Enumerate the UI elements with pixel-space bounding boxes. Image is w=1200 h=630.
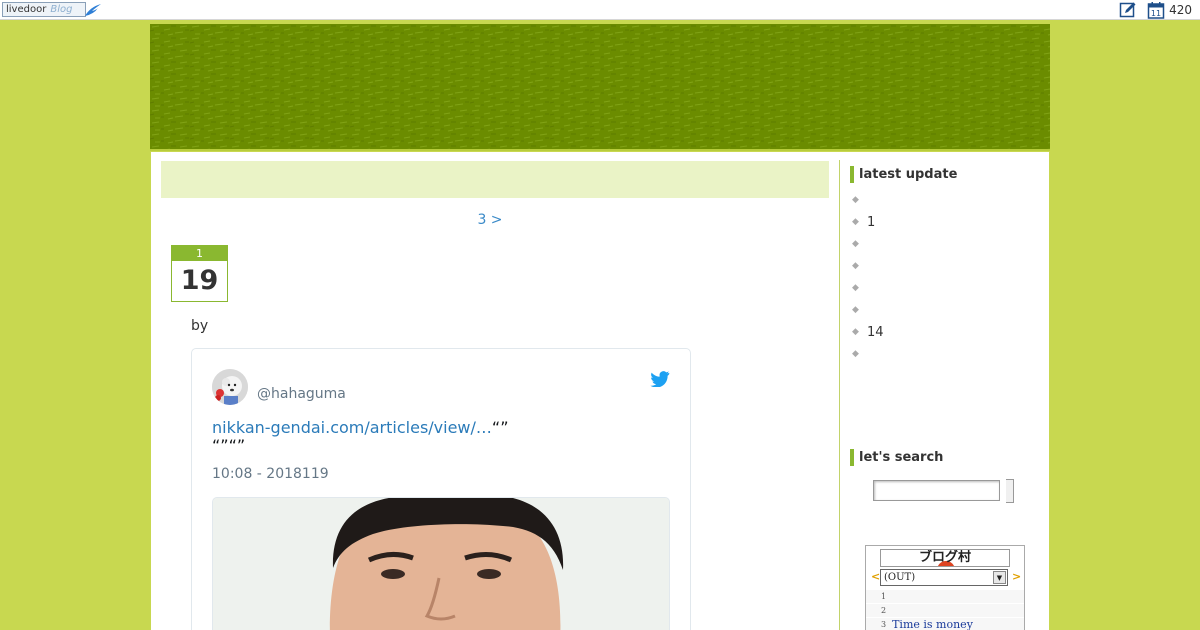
tweet-handle[interactable]: @hahaguma [257, 386, 346, 402]
top-toolbar: livedoor Blog 11 420 [0, 0, 1200, 20]
entry-byline: by [191, 318, 209, 334]
search-title: let's search [850, 449, 943, 466]
latest-item[interactable]: ◆ 1 [852, 211, 884, 233]
latest-item[interactable]: ◆ [852, 277, 884, 299]
blogmura-logo-text: ブログ村 [918, 550, 971, 565]
tweet-text: nikkan-gendai.com/articles/view/…“” “”“” [212, 419, 672, 455]
bullet-icon: ◆ [852, 194, 859, 205]
entry-day: 19 [180, 265, 219, 296]
search-input[interactable] [873, 480, 1000, 501]
entry-month: 1 [172, 246, 227, 261]
blogmura-logo[interactable]: ブログ村 [880, 549, 1010, 567]
latest-item[interactable]: ◆ [852, 299, 884, 321]
bullet-icon: ◆ [852, 348, 859, 359]
ranking-number: 1 [881, 592, 887, 601]
search-button[interactable] [1006, 479, 1014, 503]
banner-texture [150, 24, 1050, 149]
tweet-photo-image [213, 498, 669, 630]
bullet-icon: ◆ [852, 304, 859, 315]
calendar-day-text: 11 [1151, 9, 1161, 18]
tweet-timestamp[interactable]: 10:08 - 2018119 [212, 466, 329, 482]
latest-item-label: 1 [867, 214, 876, 230]
tweet-article-link[interactable]: nikkan-gendai.com/articles/view/… [212, 418, 492, 437]
blog-ranking-widget: ブログ村 < (OUT) ▼ > 1 2 3 Time is money [865, 545, 1025, 630]
ranking-number: 2 [881, 606, 887, 615]
calendar-icon[interactable]: 11 [1147, 1, 1165, 19]
post-count: 420 [1169, 3, 1192, 17]
latest-item-label: 14 [867, 324, 884, 340]
ranking-select-value: (OUT) [884, 572, 916, 583]
ranking-row[interactable]: 2 [866, 604, 1024, 618]
ranking-prev-button[interactable]: < [871, 570, 880, 583]
edit-pencil-icon[interactable] [1119, 1, 1137, 19]
bullet-icon: ◆ [852, 260, 859, 271]
logo-box: livedoor Blog [2, 2, 86, 17]
ranking-title: Time is money [892, 618, 973, 630]
entry-date-box: 1 19 [171, 245, 228, 302]
pager: 3 > [151, 212, 829, 228]
bullet-icon: ◆ [852, 216, 859, 227]
twitter-bird-icon[interactable] [650, 371, 670, 387]
tweet-text-line2: “”“” [212, 436, 246, 455]
embedded-tweet[interactable]: @hahaguma nikkan-gendai.com/articles/vie… [191, 348, 691, 630]
latest-update-title: latest update [850, 166, 957, 183]
ranking-row[interactable]: 3 Time is money [866, 618, 1024, 630]
sidebar: latest update ◆ ◆ 1 ◆ ◆ ◆ ◆ ◆ 14 ◆ let's s… [850, 152, 1049, 630]
livedoor-blog-logo[interactable]: livedoor Blog [2, 1, 102, 18]
latest-item[interactable]: ◆ [852, 255, 884, 277]
notice-bar [161, 161, 829, 198]
content-panel: 3 > 1 19 by @hahaguma nikkan-gendai.com/… [151, 152, 1049, 630]
latest-item[interactable]: ◆ 14 [852, 321, 884, 343]
logo-sub-text: Blog [50, 4, 73, 15]
ranking-number: 3 [881, 620, 887, 629]
avatar-image [212, 369, 248, 405]
ranking-row[interactable]: 1 [866, 590, 1024, 604]
avatar[interactable] [212, 369, 248, 405]
latest-update-list: ◆ ◆ 1 ◆ ◆ ◆ ◆ ◆ 14 ◆ [852, 189, 884, 365]
header-banner [150, 24, 1050, 151]
column-divider [839, 160, 840, 630]
next-page-link[interactable]: 3 > [477, 212, 502, 228]
latest-item[interactable]: ◆ [852, 189, 884, 211]
ranking-next-button[interactable]: > [1012, 570, 1021, 583]
ranking-list: 1 2 3 Time is money [866, 590, 1024, 630]
bullet-icon: ◆ [852, 238, 859, 249]
main-column: 3 > 1 19 by @hahaguma nikkan-gendai.com/… [151, 152, 839, 630]
chevron-down-icon[interactable]: ▼ [993, 571, 1006, 584]
logo-wing-icon [85, 3, 101, 16]
tweet-photo[interactable] [212, 497, 670, 630]
bullet-icon: ◆ [852, 282, 859, 293]
latest-item[interactable]: ◆ [852, 233, 884, 255]
toolbar-right: 11 420 [1119, 1, 1192, 19]
ranking-select[interactable]: (OUT) ▼ [880, 569, 1008, 586]
latest-item[interactable]: ◆ [852, 343, 884, 365]
bullet-icon: ◆ [852, 326, 859, 337]
logo-text: livedoor [6, 4, 47, 15]
tweet-text-tail: “” [491, 418, 509, 437]
